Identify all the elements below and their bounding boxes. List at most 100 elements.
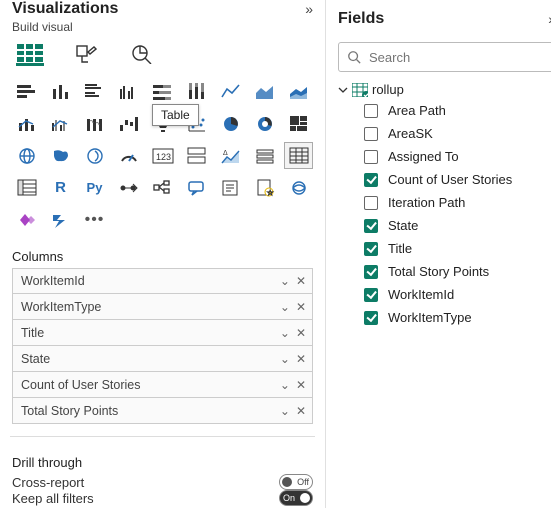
viz-stacked-area-icon[interactable]: [284, 78, 313, 105]
viz-line-icon[interactable]: [216, 78, 245, 105]
field-checkbox[interactable]: [364, 288, 378, 302]
viz-100-stacked-bar-icon[interactable]: [148, 78, 177, 105]
viz-line-stacked-column-icon[interactable]: [12, 110, 41, 137]
field-checkbox[interactable]: [364, 242, 378, 256]
field-item[interactable]: State: [364, 218, 551, 233]
viz-donut-icon[interactable]: [250, 110, 279, 137]
field-item[interactable]: Count of User Stories: [364, 172, 551, 187]
viz-azure-map-icon[interactable]: [80, 142, 109, 169]
viz-matrix-icon[interactable]: [12, 174, 41, 201]
viz-scatter-icon[interactable]: [182, 110, 211, 137]
field-label: State: [388, 218, 418, 233]
cross-report-label: Cross-report: [12, 475, 84, 490]
viz-filled-map-icon[interactable]: [46, 142, 75, 169]
viz-map-icon[interactable]: [12, 142, 41, 169]
field-checkbox[interactable]: [364, 311, 378, 325]
field-checkbox[interactable]: [364, 219, 378, 233]
keep-filters-toggle[interactable]: On: [279, 490, 313, 506]
table-node[interactable]: rollup: [338, 82, 551, 97]
field-checkbox[interactable]: [364, 150, 378, 164]
field-checkbox[interactable]: [364, 173, 378, 187]
chevron-down-icon[interactable]: ⌄: [280, 352, 290, 366]
column-field-row[interactable]: State ⌄ ✕: [12, 346, 313, 372]
column-field-label: WorkItemId: [21, 274, 85, 288]
viz-python-icon[interactable]: Py: [80, 174, 109, 201]
svg-text:123: 123: [156, 152, 171, 162]
analytics-tab-icon[interactable]: [128, 42, 156, 66]
column-field-row[interactable]: WorkItemType ⌄ ✕: [12, 294, 313, 320]
viz-treemap-icon[interactable]: [284, 110, 313, 137]
column-field-row[interactable]: Count of User Stories ⌄ ✕: [12, 372, 313, 398]
svg-text:★: ★: [267, 189, 273, 197]
chevron-down-icon[interactable]: ⌄: [280, 404, 290, 418]
remove-field-icon[interactable]: ✕: [296, 378, 306, 392]
field-label: Iteration Path: [388, 195, 465, 210]
field-item[interactable]: AreaSK: [364, 126, 551, 141]
remove-field-icon[interactable]: ✕: [296, 326, 306, 340]
viz-qa-icon[interactable]: [182, 174, 211, 201]
viz-clustered-bar-icon[interactable]: [80, 78, 109, 105]
field-label: WorkItemType: [388, 310, 472, 325]
viz-line-clustered-column-icon[interactable]: [46, 110, 75, 137]
build-tab-icon[interactable]: [16, 42, 44, 66]
remove-field-icon[interactable]: ✕: [296, 352, 306, 366]
remove-field-icon[interactable]: ✕: [296, 274, 306, 288]
drill-through-label: Drill through: [12, 455, 313, 470]
viz-multi-row-card-icon[interactable]: [182, 142, 211, 169]
format-tab-icon[interactable]: [72, 42, 100, 66]
viz-waterfall-icon[interactable]: [114, 110, 143, 137]
chevron-down-icon[interactable]: ⌄: [280, 300, 290, 314]
cross-report-row: Cross-report Off: [12, 474, 313, 490]
viz-pie-icon[interactable]: [216, 110, 245, 137]
field-item[interactable]: Assigned To: [364, 149, 551, 164]
viz-funnel-icon[interactable]: [148, 110, 177, 137]
field-checkbox[interactable]: [364, 104, 378, 118]
column-field-row[interactable]: Title ⌄ ✕: [12, 320, 313, 346]
visualizations-header: Visualizations »: [0, 0, 325, 18]
viz-arcgis-icon[interactable]: [284, 174, 313, 201]
fields-search[interactable]: [338, 42, 551, 72]
viz-table-icon[interactable]: [284, 142, 313, 169]
viz-clustered-column-icon[interactable]: [114, 78, 143, 105]
remove-field-icon[interactable]: ✕: [296, 300, 306, 314]
viz-more-icon[interactable]: •••: [80, 206, 109, 233]
remove-field-icon[interactable]: ✕: [296, 404, 306, 418]
cross-report-toggle[interactable]: Off: [279, 474, 313, 490]
viz-kpi-icon[interactable]: Δ: [216, 142, 245, 169]
viz-slicer-icon[interactable]: [250, 142, 279, 169]
chevron-down-icon[interactable]: ⌄: [280, 378, 290, 392]
search-input[interactable]: [367, 49, 547, 66]
viz-power-automate-icon[interactable]: [46, 206, 75, 233]
viz-ribbon-icon[interactable]: [80, 110, 109, 137]
field-item[interactable]: Iteration Path: [364, 195, 551, 210]
viz-r-script-icon[interactable]: R: [46, 174, 75, 201]
column-field-row[interactable]: Total Story Points ⌄ ✕: [12, 398, 313, 424]
viz-area-icon[interactable]: [250, 78, 279, 105]
field-checkbox[interactable]: [364, 196, 378, 210]
field-label: Total Story Points: [388, 264, 489, 279]
field-item[interactable]: Total Story Points: [364, 264, 551, 279]
field-item[interactable]: WorkItemId: [364, 287, 551, 302]
viz-decomposition-tree-icon[interactable]: [148, 174, 177, 201]
viz-power-apps-icon[interactable]: [12, 206, 41, 233]
collapse-icon[interactable]: »: [305, 1, 313, 17]
viz-paginated-report-icon[interactable]: ★: [250, 174, 279, 201]
columns-field-well[interactable]: WorkItemId ⌄ ✕ WorkItemType ⌄ ✕ Title ⌄ …: [12, 268, 313, 424]
viz-smart-narrative-icon[interactable]: [216, 174, 245, 201]
viz-key-influencers-icon[interactable]: [114, 174, 143, 201]
viz-100-stacked-column-icon[interactable]: [182, 78, 211, 105]
field-checkbox[interactable]: [364, 127, 378, 141]
field-item[interactable]: WorkItemType: [364, 310, 551, 325]
viz-card-icon[interactable]: 123: [148, 142, 177, 169]
field-checkbox[interactable]: [364, 265, 378, 279]
column-field-label: WorkItemType: [21, 300, 101, 314]
chevron-down-icon[interactable]: ⌄: [280, 274, 290, 288]
field-item[interactable]: Title: [364, 241, 551, 256]
table-icon: [352, 83, 368, 97]
chevron-down-icon[interactable]: ⌄: [280, 326, 290, 340]
viz-gauge-icon[interactable]: [114, 142, 143, 169]
viz-stacked-bar-icon[interactable]: [12, 78, 41, 105]
column-field-row[interactable]: WorkItemId ⌄ ✕: [12, 268, 313, 294]
field-item[interactable]: Area Path: [364, 103, 551, 118]
viz-stacked-column-icon[interactable]: [46, 78, 75, 105]
